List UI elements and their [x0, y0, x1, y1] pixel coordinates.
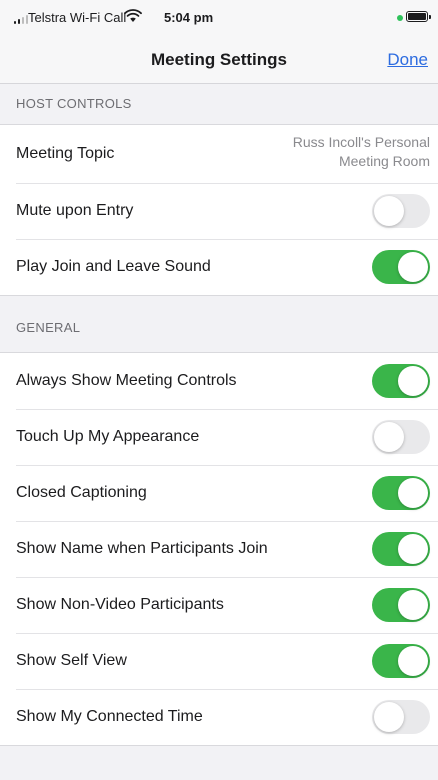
status-bar: Telstra Wi-Fi Call 5:04 pm: [0, 0, 438, 36]
show-self-view-toggle[interactable]: [372, 644, 430, 678]
setting-label: Show Self View: [16, 652, 127, 669]
setting-label: Closed Captioning: [16, 484, 147, 501]
setting-row-touch-up-appearance: Touch Up My Appearance: [0, 409, 438, 465]
section-header-general: GENERAL: [16, 320, 81, 335]
setting-row-show-self-view: Show Self View: [0, 633, 438, 689]
setting-label: Show Name when Participants Join: [16, 540, 268, 557]
section-header-host-controls: HOST CONTROLS: [16, 96, 132, 111]
setting-row-mute-upon-entry: Mute upon Entry: [0, 183, 438, 239]
setting-row-show-connected-time: Show My Connected Time: [0, 689, 438, 745]
setting-label: Touch Up My Appearance: [16, 428, 200, 445]
meeting-topic-value: Russ Incoll's Personal Meeting Room: [230, 133, 430, 171]
toggle-knob: [398, 534, 428, 564]
done-button[interactable]: Done: [387, 50, 428, 70]
host-controls-group: Meeting Topic Russ Incoll's Personal Mee…: [0, 124, 438, 296]
setting-row-play-join-leave-sound: Play Join and Leave Sound: [0, 239, 438, 295]
status-time: 5:04 pm: [164, 10, 214, 25]
toggle-knob: [374, 702, 404, 732]
always-show-meeting-controls-toggle[interactable]: [372, 364, 430, 398]
meeting-topic-row[interactable]: Meeting Topic Russ Incoll's Personal Mee…: [0, 125, 438, 183]
setting-row-closed-captioning: Closed Captioning: [0, 465, 438, 521]
setting-row-show-name-participants-join: Show Name when Participants Join: [0, 521, 438, 577]
general-group: Always Show Meeting Controls Touch Up My…: [0, 352, 438, 746]
wifi-icon: [124, 9, 142, 22]
toggle-knob: [374, 196, 404, 226]
setting-label: Show My Connected Time: [16, 708, 203, 725]
touch-up-appearance-toggle[interactable]: [372, 420, 430, 454]
toggle-knob: [398, 646, 428, 676]
charging-indicator-icon: [397, 15, 403, 21]
setting-label: Play Join and Leave Sound: [16, 258, 211, 275]
meeting-topic-label: Meeting Topic: [16, 145, 115, 162]
setting-label: Mute upon Entry: [16, 202, 134, 219]
meeting-topic-value-line2: Meeting Room: [338, 153, 430, 169]
carrier-name: Telstra Wi-Fi Call: [28, 10, 127, 25]
toggle-knob: [398, 478, 428, 508]
toggle-knob: [398, 252, 428, 282]
play-join-leave-sound-toggle[interactable]: [372, 250, 430, 284]
show-connected-time-toggle[interactable]: [372, 700, 430, 734]
battery-icon: [406, 11, 431, 22]
setting-label: Show Non-Video Participants: [16, 596, 224, 613]
signal-strength-icon: [14, 14, 28, 24]
closed-captioning-toggle[interactable]: [372, 476, 430, 510]
toggle-knob: [398, 366, 428, 396]
meeting-topic-value-line1: Russ Incoll's Personal: [292, 134, 430, 150]
page-title: Meeting Settings: [150, 50, 287, 69]
toggle-knob: [398, 590, 428, 620]
setting-row-show-non-video-participants: Show Non-Video Participants: [0, 577, 438, 633]
setting-label: Always Show Meeting Controls: [16, 372, 237, 389]
toggle-knob: [374, 422, 404, 452]
navigation-bar: Meeting Settings Done: [0, 36, 438, 84]
mute-upon-entry-toggle[interactable]: [372, 194, 430, 228]
setting-row-always-show-meeting-controls: Always Show Meeting Controls: [0, 353, 438, 409]
show-name-participants-join-toggle[interactable]: [372, 532, 430, 566]
show-non-video-participants-toggle[interactable]: [372, 588, 430, 622]
